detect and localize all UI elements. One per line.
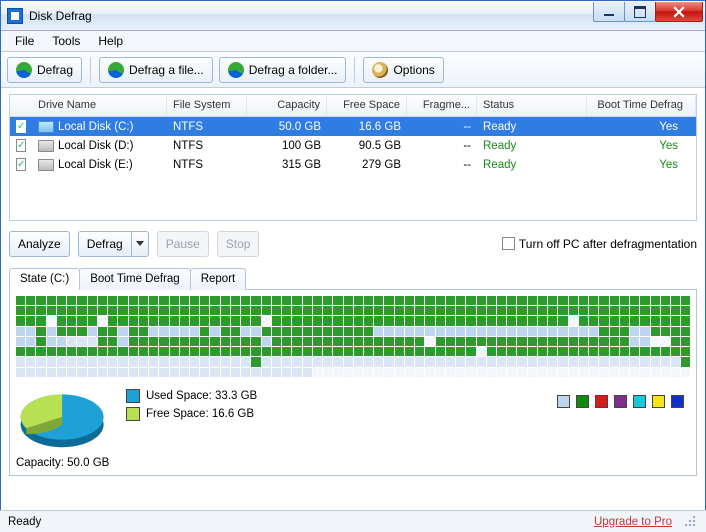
minimize-button[interactable] bbox=[593, 2, 625, 22]
menu-file[interactable]: File bbox=[7, 32, 42, 50]
drive-row[interactable]: Local Disk (E:)NTFS315 GB279 GB--ReadyYe… bbox=[10, 155, 696, 174]
turnoff-checkbox[interactable]: Turn off PC after defragmentation bbox=[502, 237, 697, 251]
tab-content: Used Space: 33.3 GB Free Space: 16.6 GB … bbox=[9, 289, 697, 476]
used-swatch bbox=[126, 389, 140, 403]
close-button[interactable] bbox=[655, 2, 703, 22]
title-bar: Disk Defrag bbox=[1, 1, 705, 31]
checkbox-icon bbox=[502, 237, 515, 250]
status-text: Ready bbox=[8, 516, 41, 528]
tab-strip: State (C:) Boot Time Defrag Report bbox=[9, 267, 697, 289]
defrag-icon bbox=[16, 62, 32, 78]
menu-help[interactable]: Help bbox=[90, 32, 131, 50]
tab-state[interactable]: State (C:) bbox=[9, 268, 80, 290]
col-free[interactable]: Free Space bbox=[327, 95, 407, 116]
stop-button[interactable]: Stop bbox=[217, 231, 260, 257]
legend-swatch bbox=[633, 395, 646, 408]
legend-swatch bbox=[576, 395, 589, 408]
col-drive[interactable]: Drive Name bbox=[32, 95, 167, 116]
analyze-button[interactable]: Analyze bbox=[9, 231, 70, 257]
menu-tools[interactable]: Tools bbox=[44, 32, 88, 50]
legend-swatch bbox=[652, 395, 665, 408]
defrag-file-icon bbox=[108, 62, 124, 78]
legend-used: Used Space: 33.3 GB bbox=[126, 389, 257, 403]
drive-checkbox[interactable] bbox=[16, 158, 26, 171]
upgrade-link[interactable]: Upgrade to Pro bbox=[594, 516, 672, 528]
gear-icon bbox=[372, 62, 388, 78]
tab-boot-time-defrag[interactable]: Boot Time Defrag bbox=[79, 268, 190, 290]
toolbar-defrag-folder-button[interactable]: Defrag a folder... bbox=[219, 57, 347, 83]
col-status[interactable]: Status bbox=[477, 95, 587, 116]
capacity-label: Capacity: 50.0 GB bbox=[16, 457, 690, 469]
legend-swatch bbox=[614, 395, 627, 408]
resize-grip[interactable] bbox=[684, 515, 698, 529]
menu-bar: File Tools Help bbox=[1, 31, 705, 52]
legend-swatch bbox=[595, 395, 608, 408]
col-fs[interactable]: File System bbox=[167, 95, 247, 116]
maximize-button[interactable] bbox=[624, 2, 656, 22]
window-title: Disk Defrag bbox=[29, 9, 594, 23]
toolbar-defrag-button[interactable]: Defrag bbox=[7, 57, 82, 83]
cluster-map bbox=[16, 296, 690, 377]
col-frag[interactable]: Fragme... bbox=[407, 95, 477, 116]
toolbar-defrag-file-button[interactable]: Defrag a file... bbox=[99, 57, 213, 83]
drive-row[interactable]: Local Disk (C:)NTFS50.0 GB16.6 GB--Ready… bbox=[10, 117, 696, 136]
col-boot[interactable]: Boot Time Defrag bbox=[587, 95, 696, 116]
drive-checkbox[interactable] bbox=[16, 120, 26, 133]
drive-icon bbox=[38, 140, 54, 152]
defrag-dropdown-arrow[interactable] bbox=[131, 231, 149, 257]
toolbar-options-button[interactable]: Options bbox=[363, 57, 443, 83]
drive-checkbox[interactable] bbox=[16, 139, 26, 152]
tab-report[interactable]: Report bbox=[190, 268, 247, 290]
chevron-down-icon bbox=[136, 241, 144, 247]
toolbar: Defrag Defrag a file... Defrag a folder.… bbox=[1, 52, 705, 88]
legend-swatch bbox=[671, 395, 684, 408]
drive-icon bbox=[38, 121, 54, 133]
app-icon bbox=[7, 8, 23, 24]
drive-icon bbox=[38, 159, 54, 171]
legend-swatch bbox=[557, 395, 570, 408]
drive-list: Drive Name File System Capacity Free Spa… bbox=[9, 94, 697, 221]
defrag-split-button[interactable]: Defrag bbox=[78, 231, 149, 257]
cluster-legend bbox=[557, 395, 684, 408]
drive-row[interactable]: Local Disk (D:)NTFS100 GB90.5 GB--ReadyY… bbox=[10, 136, 696, 155]
free-swatch bbox=[126, 407, 140, 421]
drive-list-header: Drive Name File System Capacity Free Spa… bbox=[10, 95, 696, 117]
legend-free: Free Space: 16.6 GB bbox=[126, 407, 257, 421]
defrag-folder-icon bbox=[228, 62, 244, 78]
col-capacity[interactable]: Capacity bbox=[247, 95, 327, 116]
status-bar: Ready Upgrade to Pro bbox=[0, 510, 706, 532]
action-row: Analyze Defrag Pause Stop Turn off PC af… bbox=[9, 231, 697, 257]
pause-button[interactable]: Pause bbox=[157, 231, 209, 257]
disk-usage-pie bbox=[16, 385, 112, 451]
